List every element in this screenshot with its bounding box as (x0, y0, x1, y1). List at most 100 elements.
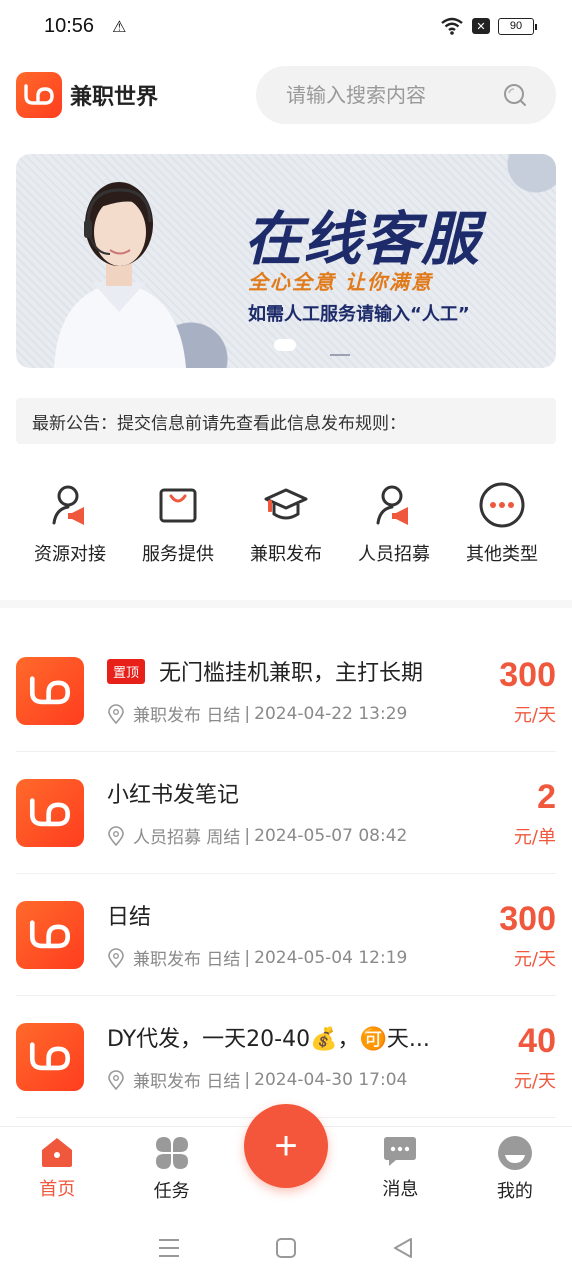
job-time: 2024-05-04 12:19 (254, 947, 408, 968)
job-title: 日结 (107, 905, 152, 930)
location-pin-icon (108, 825, 124, 846)
system-navigation-bar (0, 1216, 572, 1280)
logo-mark-icon (29, 1041, 71, 1070)
warning-icon: ⚠ (112, 16, 127, 36)
category-part-time-post[interactable]: 兼职发布 (232, 478, 340, 566)
job-time: 2024-05-07 08:42 (254, 825, 408, 846)
tab-home[interactable]: 首页 (0, 1127, 114, 1216)
category-service-offering[interactable]: 服务提供 (124, 478, 232, 566)
job-category: 兼职发布 (133, 950, 201, 970)
no-sim-icon: ✕ (472, 18, 490, 34)
banner-slogan: 全心全意 让你满意 (248, 270, 433, 294)
location-pin-icon (108, 947, 124, 968)
meta-separator: | (244, 947, 251, 968)
status-time: 10:56 (44, 14, 95, 37)
category-resource-matching[interactable]: 资源对接 (16, 478, 124, 566)
job-list-item[interactable]: 日结 兼职发布 日结 | 2024-05-04 12:19 300 元/天 (16, 874, 556, 996)
carousel-dot-active[interactable] (274, 339, 296, 351)
more-icon (479, 482, 525, 528)
location-pin-icon (108, 703, 124, 724)
job-time: 2024-04-30 17:04 (254, 1069, 408, 1090)
meta-separator: | (244, 1069, 251, 1090)
clover-grid-icon (155, 1137, 188, 1169)
job-thumbnail (16, 778, 84, 847)
job-title: 小红书发笔记 (107, 783, 240, 808)
category-label: 人员招募 (358, 544, 430, 565)
menu-icon[interactable] (158, 1238, 180, 1258)
job-list-item[interactable]: 置顶 无门槛挂机兼职，主打长期 兼职发布 日结 | 2024-04-22 13:… (16, 630, 556, 752)
category-label: 兼职发布 (250, 544, 322, 565)
tab-messages[interactable]: 消息 (343, 1127, 457, 1216)
location-pin-icon (108, 1069, 124, 1090)
banner-carousel[interactable]: 在线客服 全心全意 让你满意 如需人工服务请输入“人工” (16, 154, 556, 368)
battery-icon: 90 (498, 17, 537, 35)
home-icon (42, 1138, 73, 1167)
graduation-cap-icon (264, 488, 308, 520)
job-category: 人员招募 (133, 828, 201, 848)
announcement-bar[interactable]: 最新公告：提交信息前请先查看此信息发布规则： (16, 398, 556, 444)
job-settlement: 日结 (206, 1072, 241, 1092)
logo-mark-icon (29, 919, 71, 948)
category-label: 服务提供 (142, 544, 214, 565)
tab-tasks[interactable]: 任务 (114, 1127, 228, 1216)
job-pay-unit: 元/天 (513, 704, 556, 726)
tab-label: 我的 (496, 1181, 533, 1202)
app-logo (16, 72, 62, 118)
job-settlement: 周结 (206, 828, 241, 848)
category-label: 其他类型 (466, 544, 538, 565)
job-pay-unit: 元/单 (513, 826, 556, 848)
job-category: 兼职发布 (133, 1072, 201, 1092)
add-post-button[interactable]: + (244, 1104, 328, 1188)
job-thumbnail (16, 900, 84, 969)
category-other[interactable]: 其他类型 (448, 478, 556, 566)
job-thumbnail (16, 1022, 84, 1091)
search-input[interactable] (286, 83, 486, 107)
status-bar: 10:56 ⚠ ✕ 90 (0, 0, 572, 52)
banner-hint: 如需人工服务请输入“人工” (248, 304, 470, 325)
person-megaphone-icon (376, 485, 408, 525)
tab-label: 首页 (39, 1179, 76, 1200)
tab-mine[interactable]: 我的 (458, 1127, 572, 1216)
logo-mark-icon (24, 84, 54, 105)
job-thumbnail (16, 656, 84, 725)
job-pay-unit: 元/天 (513, 948, 556, 970)
category-grid: 资源对接 服务提供 兼职发布 人员招募 其他类型 (16, 478, 556, 566)
profile-icon (497, 1136, 532, 1170)
job-list-item[interactable]: 小红书发笔记 人员招募 周结 | 2024-05-07 08:42 2 元/单 (16, 752, 556, 874)
logo-mark-icon (29, 797, 71, 826)
category-recruitment[interactable]: 人员招募 (340, 478, 448, 566)
home-square-icon[interactable] (275, 1237, 297, 1259)
chat-bubble-icon (384, 1137, 417, 1166)
job-settlement: 日结 (206, 950, 241, 970)
job-category: 兼职发布 (133, 706, 201, 726)
job-pay-amount: 300 (499, 899, 556, 938)
carousel-dot[interactable] (330, 354, 350, 356)
category-label: 资源对接 (34, 544, 106, 565)
shopping-bag-icon (159, 488, 197, 523)
person-megaphone-icon (52, 485, 84, 525)
job-title: DY代发，一天20-40💰，🉑天... (107, 1027, 430, 1052)
customer-service-agent-image (54, 182, 186, 368)
job-list-item[interactable]: DY代发，一天20-40💰，🉑天... 兼职发布 日结 | 2024-04-30… (16, 996, 556, 1118)
job-pay-amount: 2 (537, 777, 556, 816)
job-pay-amount: 300 (499, 655, 556, 694)
tab-label: 消息 (382, 1179, 419, 1200)
search-icon[interactable] (502, 82, 528, 108)
carousel-indicators (274, 334, 350, 356)
banner-title: 在线客服 (244, 205, 481, 273)
job-list: 置顶 无门槛挂机兼职，主打长期 兼职发布 日结 | 2024-04-22 13:… (16, 630, 556, 1118)
app-name: 兼职世界 (70, 85, 159, 110)
meta-separator: | (244, 825, 251, 846)
job-title: 无门槛挂机兼职，主打长期 (159, 661, 424, 686)
job-time: 2024-04-22 13:29 (254, 703, 408, 724)
meta-separator: | (244, 703, 251, 724)
back-icon[interactable] (392, 1237, 414, 1259)
logo-mark-icon (29, 675, 71, 704)
header: 兼职世界 (16, 66, 556, 124)
tab-label: 任务 (153, 1181, 190, 1202)
search-bar[interactable] (256, 66, 556, 124)
status-icons: ✕ 90 (440, 16, 537, 36)
job-pay-unit: 元/天 (513, 1070, 556, 1092)
job-settlement: 日结 (206, 706, 241, 726)
announcement-text: 最新公告：提交信息前请先查看此信息发布规则： (32, 413, 406, 434)
